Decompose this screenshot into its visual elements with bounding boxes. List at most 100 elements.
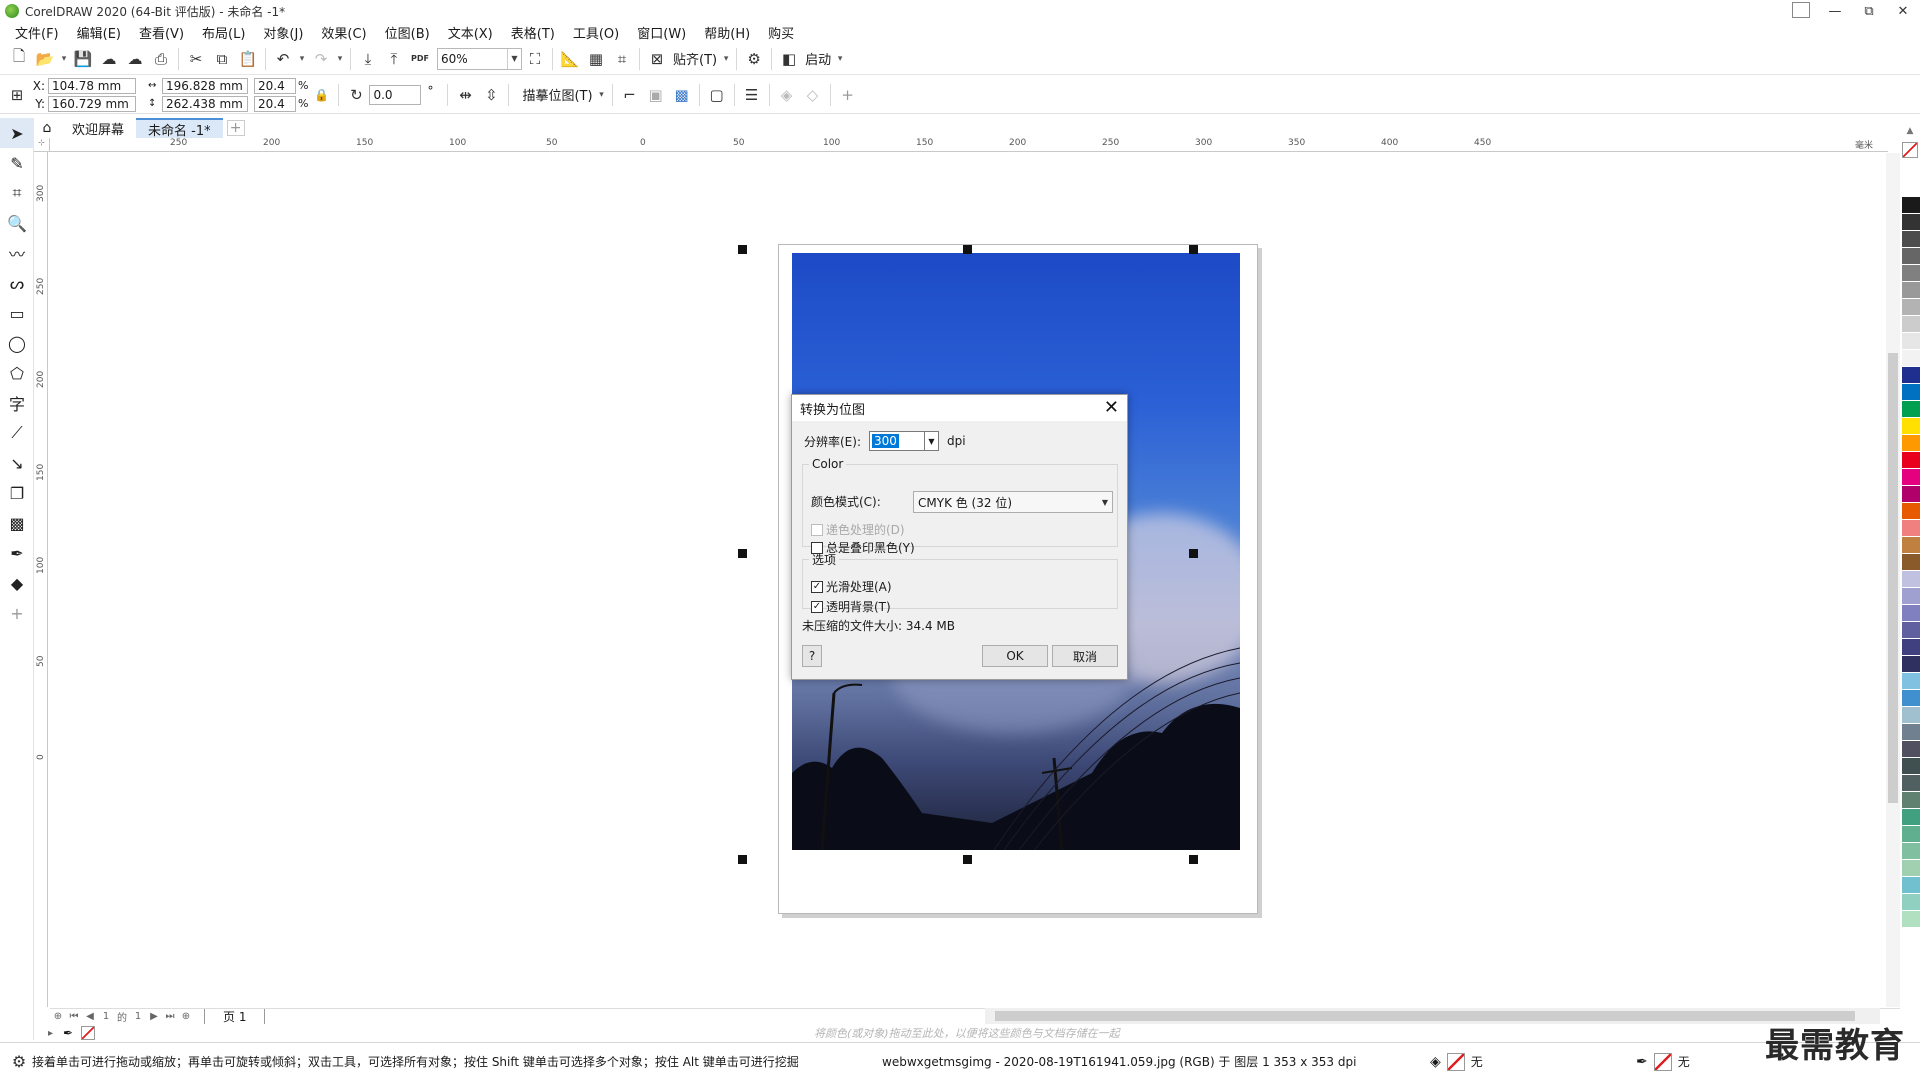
close-icon[interactable]: ✕ <box>1104 397 1119 418</box>
restore-panel-icon[interactable] <box>1792 2 1810 18</box>
snap-dropdown-icon[interactable]: ▾ <box>720 46 732 72</box>
save-icon[interactable]: 💾 <box>70 46 96 72</box>
palette-swatch[interactable] <box>1902 197 1920 214</box>
vertical-scrollbar[interactable] <box>1886 153 1900 1007</box>
object-origin-icon[interactable]: ⊞ <box>4 82 30 108</box>
palette-swatch[interactable] <box>1902 316 1920 333</box>
menu-help[interactable]: 帮助(H) <box>695 23 759 42</box>
antialias-label[interactable]: 光滑处理(A) <box>826 578 892 595</box>
selection-handle-se[interactable] <box>1189 855 1198 864</box>
new-document-icon[interactable]: 🗋 <box>6 46 32 72</box>
menu-buy[interactable]: 购买 <box>759 23 803 42</box>
parallel-dimension-tool-icon[interactable]: ⟋ <box>0 418 34 448</box>
selection-handle-e[interactable] <box>1189 549 1198 558</box>
palette-swatch[interactable] <box>1902 469 1920 486</box>
horizontal-ruler[interactable]: 250 200 150 100 50 0 50 100 150 200 250 … <box>50 138 1888 152</box>
document-no-color-swatch[interactable] <box>81 1026 96 1040</box>
drop-shadow-tool-icon[interactable]: ❐ <box>0 478 34 508</box>
horizontal-scroll-thumb[interactable] <box>995 1011 1855 1021</box>
paste-icon[interactable]: 📋 <box>235 46 261 72</box>
trace-dropdown-icon[interactable]: ▾ <box>596 82 608 108</box>
palette-expand-icon[interactable]: ▸ <box>48 1028 53 1039</box>
ruler-origin[interactable]: ⊹ <box>34 138 50 152</box>
menu-layout[interactable]: 布局(L) <box>193 23 254 42</box>
color-mode-select[interactable]: CMYK 色 (32 位) ▼ <box>913 491 1113 513</box>
edit-bitmap-icon[interactable]: ▩ <box>669 82 695 108</box>
cancel-button[interactable]: 取消 <box>1052 645 1118 667</box>
eyedropper-icon[interactable]: ✒ <box>63 1026 73 1040</box>
print-icon[interactable]: ⎙ <box>148 46 174 72</box>
palette-swatch[interactable] <box>1902 282 1920 299</box>
palette-swatch[interactable] <box>1902 860 1920 877</box>
tab-welcome-screen[interactable]: 欢迎屏幕 <box>60 118 137 138</box>
selection-handle-s[interactable] <box>963 855 972 864</box>
undo-dropdown-icon[interactable]: ▾ <box>296 46 308 72</box>
ok-button[interactable]: OK <box>982 645 1048 667</box>
last-page-icon[interactable]: ⏭ <box>162 1011 178 1022</box>
trace-bitmap-button[interactable]: 描摹位图(T) <box>519 85 595 104</box>
palette-swatch[interactable] <box>1902 452 1920 469</box>
text-tool-icon[interactable]: 字 <box>0 388 34 418</box>
minimize-button[interactable]: — <box>1818 0 1852 22</box>
redo-icon[interactable]: ↷ <box>308 46 334 72</box>
palette-swatch[interactable] <box>1902 418 1920 435</box>
artistic-media-tool-icon[interactable]: ᔕ <box>0 268 34 298</box>
selection-handle-nw[interactable] <box>738 245 747 254</box>
show-grid-icon[interactable]: ▦ <box>583 46 609 72</box>
horizontal-scrollbar[interactable] <box>985 1008 1880 1024</box>
palette-swatch[interactable] <box>1902 537 1920 554</box>
bounding-box-icon[interactable]: ▢ <box>704 82 730 108</box>
palette-swatch[interactable] <box>1902 843 1920 860</box>
add-toolbar-item-icon[interactable]: + <box>835 82 861 108</box>
palette-swatch[interactable] <box>1902 401 1920 418</box>
palette-scroll-up-icon[interactable]: ▲ <box>1900 126 1920 136</box>
menu-effects[interactable]: 效果(C) <box>312 23 375 42</box>
palette-swatch[interactable] <box>1902 384 1920 401</box>
polygon-tool-icon[interactable]: ⬠ <box>0 358 34 388</box>
transparent-background-checkbox[interactable]: ✓ <box>811 600 823 613</box>
snap-to-button[interactable]: 贴齐(T) <box>670 49 720 68</box>
cut-icon[interactable]: ✂ <box>183 46 209 72</box>
palette-swatch[interactable] <box>1902 639 1920 656</box>
ellipse-tool-icon[interactable]: ◯ <box>0 328 34 358</box>
menu-tools[interactable]: 工具(O) <box>564 23 628 42</box>
fill-bucket-icon[interactable]: ◈ <box>1430 1054 1441 1070</box>
palette-swatch[interactable] <box>1902 809 1920 826</box>
page-tab-1[interactable]: 页 1 <box>204 1008 266 1025</box>
to-front-icon[interactable]: ◈ <box>774 82 800 108</box>
menu-edit[interactable]: 编辑(E) <box>68 23 130 42</box>
publish-pdf-icon[interactable]: PDF <box>407 46 433 72</box>
color-eyedropper-tool-icon[interactable]: ✒ <box>0 538 34 568</box>
transparent-background-label[interactable]: 透明背景(T) <box>826 598 891 615</box>
outline-pen-icon[interactable]: ✒ <box>1636 1054 1648 1070</box>
launch-dropdown-icon[interactable]: ▾ <box>834 46 846 72</box>
crop-tool-icon[interactable]: ⌗ <box>0 178 34 208</box>
palette-swatch[interactable] <box>1902 792 1920 809</box>
export-icon[interactable]: ⤒ <box>381 46 407 72</box>
x-position-field[interactable]: 104.78 mm <box>48 77 136 94</box>
application-launcher-icon[interactable]: ◧ <box>776 46 802 72</box>
palette-swatch[interactable] <box>1902 554 1920 571</box>
rectangle-tool-icon[interactable]: ▭ <box>0 298 34 328</box>
palette-swatch[interactable] <box>1902 333 1920 350</box>
palette-swatch[interactable] <box>1902 231 1920 248</box>
add-page-end-icon[interactable]: ⊕ <box>178 1011 194 1022</box>
rotation-angle-field[interactable]: 0.0 <box>369 84 422 105</box>
resample-icon[interactable]: ▣ <box>643 82 669 108</box>
freehand-tool-icon[interactable]: 〰 <box>0 238 34 268</box>
palette-swatch[interactable] <box>1902 265 1920 282</box>
open-dropdown-icon[interactable]: ▾ <box>58 46 70 72</box>
palette-swatch[interactable] <box>1902 656 1920 673</box>
palette-swatch[interactable] <box>1902 571 1920 588</box>
interactive-fill-tool-icon[interactable]: ◆ <box>0 568 34 598</box>
next-page-icon[interactable]: ▶ <box>146 1011 162 1022</box>
to-back-icon[interactable]: ◇ <box>800 82 826 108</box>
resolution-input[interactable]: 300 <box>869 431 925 451</box>
palette-swatch[interactable] <box>1902 673 1920 690</box>
palette-swatch[interactable] <box>1902 775 1920 792</box>
fill-none-swatch[interactable] <box>1446 1052 1465 1071</box>
zoom-level-combo[interactable]: 60% ▼ <box>437 47 522 70</box>
copy-icon[interactable]: ⧉ <box>209 46 235 72</box>
palette-swatch[interactable] <box>1902 690 1920 707</box>
menu-table[interactable]: 表格(T) <box>502 23 564 42</box>
